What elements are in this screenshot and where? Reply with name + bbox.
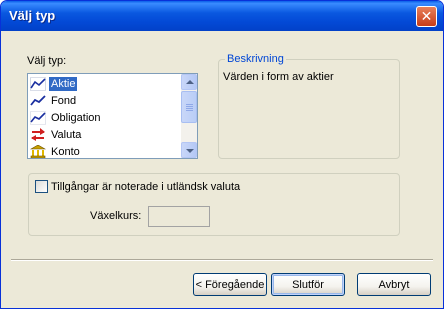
foreign-currency-checkbox[interactable]	[35, 180, 48, 193]
listbox-scrollbar[interactable]	[181, 74, 197, 158]
type-list-label: Välj typ:	[27, 55, 67, 67]
exchange-rate-input[interactable]	[148, 206, 210, 227]
cancel-button-label: Avbryt	[378, 278, 410, 291]
stock-chart-icon	[30, 76, 46, 91]
list-item-label: Valuta	[51, 128, 82, 141]
list-item-label: Konto	[51, 145, 80, 158]
finish-button-label: Slutför	[292, 278, 324, 291]
close-button[interactable]: ✕	[416, 6, 437, 27]
window-title: Välj typ	[9, 8, 56, 23]
button-separator	[11, 259, 433, 261]
list-item-label: Aktie	[49, 76, 78, 91]
finish-button[interactable]: Slutför	[271, 273, 345, 296]
list-item-label: Fond	[51, 94, 77, 107]
title-bar[interactable]: Välj typ ✕	[1, 1, 443, 31]
back-button[interactable]: < Föregående	[193, 273, 267, 296]
back-button-label: < Föregående	[195, 278, 265, 291]
list-item-aktie[interactable]: Aktie	[30, 75, 78, 92]
list-item-konto[interactable]: Konto	[29, 143, 82, 159]
list-item-label: Obligation	[51, 111, 101, 124]
list-item-fond[interactable]: Fond	[30, 92, 78, 109]
exchange-rate-label: Växelkurs:	[90, 210, 142, 222]
type-listbox[interactable]: Aktie Fond Obligation Valuta Konto	[27, 73, 198, 159]
description-text: Värden i form av aktier	[223, 71, 334, 83]
scroll-down-button[interactable]	[181, 142, 197, 158]
close-icon: ✕	[420, 8, 433, 25]
foreign-currency-label[interactable]: Tillgångar är noterade i utländsk valuta	[51, 181, 240, 193]
scroll-up-button[interactable]	[181, 74, 197, 90]
fund-chart-icon	[30, 94, 46, 108]
bank-building-icon	[29, 144, 47, 159]
scroll-thumb[interactable]	[181, 91, 197, 123]
cancel-button[interactable]: Avbryt	[357, 273, 431, 296]
description-caption: Beskrivning	[225, 53, 286, 65]
dialog-window: Välj typ ✕ Välj typ: Aktie Fond Obligati…	[0, 0, 444, 309]
bond-chart-icon	[30, 110, 46, 125]
list-item-obligation[interactable]: Obligation	[30, 109, 103, 126]
list-item-valuta[interactable]: Valuta	[30, 126, 83, 143]
currency-exchange-icon	[30, 127, 46, 142]
